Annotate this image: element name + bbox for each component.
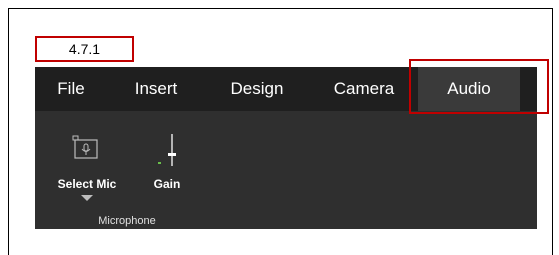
tab-camera[interactable]: Camera — [323, 67, 405, 111]
select-mic-button[interactable]: Select Mic — [52, 133, 122, 201]
tab-file[interactable]: File — [35, 67, 107, 111]
microphone-group-label: Microphone — [98, 215, 156, 227]
chevron-down-icon[interactable] — [81, 195, 93, 201]
tab-insert[interactable]: Insert — [121, 67, 191, 111]
select-mic-label: Select Mic — [57, 177, 117, 191]
tab-camera-label: Camera — [333, 79, 395, 98]
tab-insert-label: Insert — [134, 79, 178, 98]
microphone-icon — [72, 135, 98, 159]
version-label-box: 4.7.1 — [35, 36, 134, 62]
version-label: 4.7.1 — [68, 41, 101, 57]
tab-file-label: File — [57, 79, 85, 98]
tab-design-label: Design — [230, 79, 284, 98]
gain-button[interactable]: Gain — [147, 133, 187, 191]
audio-tab-highlight — [409, 59, 549, 114]
tab-design[interactable]: Design — [213, 67, 301, 111]
slider-icon — [158, 134, 176, 166]
gain-label: Gain — [153, 177, 181, 191]
